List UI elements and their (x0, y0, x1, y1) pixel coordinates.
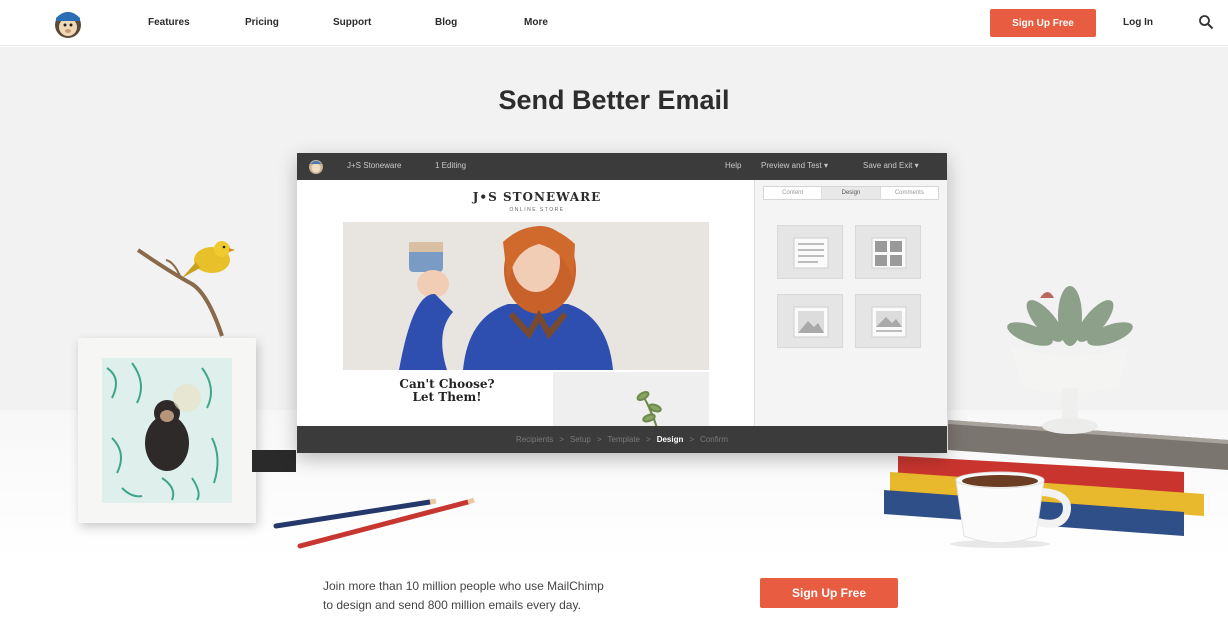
nav-link-blog[interactable]: Blog (435, 17, 457, 28)
editor-tabs: Content Design Comments (763, 186, 939, 200)
mailchimp-logo-icon (309, 160, 323, 174)
step-setup[interactable]: Setup (570, 435, 591, 444)
pencils-illustration (273, 497, 475, 549)
tab-content[interactable]: Content (764, 187, 823, 199)
editor-help-link[interactable]: Help (725, 161, 741, 170)
editor-sidebar: Content Design Comments (754, 180, 947, 426)
email-plant-image[interactable] (553, 372, 709, 426)
chevron-right-icon: > (646, 435, 651, 444)
nav-signup-button[interactable]: Sign Up Free (990, 9, 1096, 37)
step-confirm[interactable]: Confirm (700, 435, 728, 444)
tab-design[interactable]: Design (822, 187, 881, 199)
nav-link-pricing[interactable]: Pricing (245, 17, 279, 28)
step-template[interactable]: Template (608, 435, 640, 444)
editor-save-menu[interactable]: Save and Exit ▾ (863, 161, 919, 170)
tagline-line-2: to design and send 800 million emails ev… (323, 598, 581, 612)
signup-tagline: Join more than 10 million people who use… (323, 577, 604, 615)
chevron-right-icon: > (596, 435, 602, 444)
email-editor-preview: J+S Stoneware 1 Editing Help Preview and… (297, 153, 947, 453)
social-block-icon (871, 237, 907, 269)
email-hero-photo[interactable] (343, 222, 709, 370)
top-navigation: Features Pricing Support Blog More Sign … (0, 0, 1228, 46)
email-cta-block[interactable]: Can't Choose? Let Them! (343, 372, 551, 426)
editor-top-bar: J+S Stoneware 1 Editing Help Preview and… (297, 153, 947, 180)
hero-headline: Send Better Email (498, 85, 730, 115)
editor-editing-status: 1 Editing (435, 161, 467, 170)
nav-link-features[interactable]: Features (148, 17, 190, 28)
email-brand-subtitle: ONLINE STORE (509, 207, 565, 213)
coffee-cup (950, 471, 1071, 548)
image-block-icon (793, 306, 829, 338)
chevron-right-icon: > (689, 435, 695, 444)
social-block-tile[interactable] (855, 225, 921, 279)
image-card-block-tile[interactable] (855, 294, 921, 348)
editor-step-breadcrumb: Recipients > Setup > Template > Design >… (297, 426, 947, 453)
nav-link-support[interactable]: Support (333, 17, 371, 28)
nav-link-more[interactable]: More (524, 17, 548, 28)
picture-frame (78, 338, 256, 523)
search-icon[interactable] (1198, 14, 1214, 30)
step-design[interactable]: Design (657, 435, 684, 444)
tagline-line-1: Join more than 10 million people who use… (323, 579, 604, 593)
frame-stand (252, 450, 296, 472)
text-block-tile[interactable] (777, 225, 843, 279)
email-brand-name: J•S STONEWARE (472, 190, 602, 204)
email-canvas[interactable]: J•S STONEWARE ONLINE STORE Can't Choose?… (297, 180, 753, 426)
step-recipients[interactable]: Recipients (516, 435, 553, 444)
email-cta-line2: Let Them! (412, 390, 482, 404)
editor-preview-menu[interactable]: Preview and Test ▾ (761, 161, 828, 170)
succulent-plant (1007, 286, 1133, 434)
hero-signup-button[interactable]: Sign Up Free (760, 578, 898, 608)
tab-comments[interactable]: Comments (880, 187, 938, 199)
editor-campaign-name: J+S Stoneware (347, 161, 402, 170)
image-block-tile[interactable] (777, 294, 843, 348)
text-block-icon (793, 237, 829, 269)
nav-login-link[interactable]: Log In (1123, 17, 1153, 28)
bird-illustration (136, 241, 235, 337)
image-card-block-icon (871, 306, 907, 338)
chevron-right-icon: > (559, 435, 564, 444)
mailchimp-logo-icon[interactable] (50, 6, 86, 40)
framed-monkey-art (102, 358, 232, 503)
